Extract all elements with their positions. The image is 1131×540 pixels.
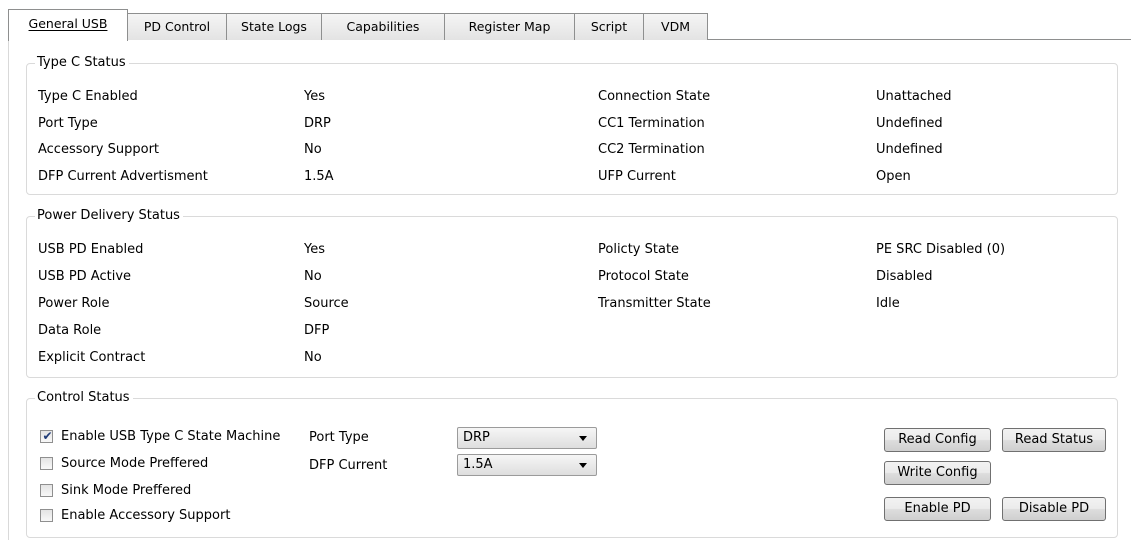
disable-pd-button[interactable]: Disable PD bbox=[1002, 497, 1106, 521]
enable-pd-button[interactable]: Enable PD bbox=[884, 497, 991, 521]
dfp-current-select[interactable]: 1.5A bbox=[457, 454, 597, 476]
cc1-termination-label: CC1 Termination bbox=[598, 116, 705, 131]
protocol-state-value: Disabled bbox=[876, 269, 933, 284]
tab-pd-control[interactable]: PD Control bbox=[127, 13, 227, 40]
control-status-group: Control Status ✔ Enable USB Type C State… bbox=[26, 389, 1118, 538]
tab-vdm[interactable]: VDM bbox=[643, 13, 708, 40]
checkbox-label: Enable USB Type C State Machine bbox=[61, 428, 281, 444]
checkbox-label: Enable Accessory Support bbox=[61, 507, 231, 523]
checkbox-label: Sink Mode Preffered bbox=[61, 482, 192, 498]
policy-state-value: PE SRC Disabled (0) bbox=[876, 242, 1006, 257]
enable-accessory-support-checkbox[interactable]: Enable Accessory Support bbox=[40, 506, 230, 524]
tab-label: General USB bbox=[28, 16, 108, 31]
panel-border bbox=[8, 39, 9, 540]
ufp-current-label: UFP Current bbox=[598, 169, 676, 184]
tab-capabilities[interactable]: Capabilities bbox=[321, 13, 445, 40]
group-title: Power Delivery Status bbox=[35, 207, 183, 225]
dfp-current-advertisment-label: DFP Current Advertisment bbox=[38, 169, 208, 184]
tab-label: Register Map bbox=[468, 19, 551, 34]
port-type-select[interactable]: DRP bbox=[457, 427, 597, 449]
tab-script[interactable]: Script bbox=[574, 13, 644, 40]
read-status-button[interactable]: Read Status bbox=[1002, 428, 1106, 452]
checkbox-label: Source Mode Preffered bbox=[61, 455, 209, 471]
checkbox-box[interactable]: ✔ bbox=[40, 428, 53, 443]
tab-state-logs[interactable]: State Logs bbox=[226, 13, 322, 40]
dfp-current-select-value: 1.5A bbox=[463, 457, 493, 472]
explicit-contract-value: No bbox=[304, 350, 322, 365]
ufp-current-value: Open bbox=[876, 169, 911, 184]
group-title: Control Status bbox=[35, 389, 133, 407]
checkmark-icon: ✔ bbox=[42, 428, 53, 443]
usb-pd-active-label: USB PD Active bbox=[38, 269, 132, 284]
power-delivery-status-group: Power Delivery Status USB PD Enabled Yes… bbox=[26, 207, 1118, 378]
port-type-label: Port Type bbox=[38, 116, 98, 131]
explicit-contract-label: Explicit Contract bbox=[38, 350, 146, 365]
tab-register-map[interactable]: Register Map bbox=[444, 13, 575, 40]
type-c-enabled-value: Yes bbox=[304, 89, 325, 104]
chevron-down-icon[interactable] bbox=[579, 463, 587, 468]
checkbox-box[interactable] bbox=[40, 456, 53, 470]
cc2-termination-value: Undefined bbox=[876, 142, 943, 157]
port-type-select-value: DRP bbox=[463, 430, 490, 445]
connection-state-label: Connection State bbox=[598, 89, 711, 104]
usb-pd-active-value: No bbox=[304, 269, 322, 284]
chevron-down-icon[interactable] bbox=[579, 436, 587, 441]
protocol-state-label: Protocol State bbox=[598, 269, 689, 284]
tab-label: Capabilities bbox=[346, 19, 420, 34]
enable-type-c-state-machine-checkbox[interactable]: ✔ Enable USB Type C State Machine bbox=[40, 427, 280, 445]
read-config-button[interactable]: Read Config bbox=[884, 428, 991, 452]
type-c-enabled-label: Type C Enabled bbox=[38, 89, 138, 104]
checkbox-box[interactable] bbox=[40, 483, 53, 497]
dfp-current-advertisment-value: 1.5A bbox=[304, 169, 334, 184]
tab-general-usb[interactable]: General USB bbox=[8, 9, 128, 41]
transmitter-state-label: Transmitter State bbox=[598, 296, 711, 311]
power-role-value: Source bbox=[304, 296, 349, 311]
tab-label: PD Control bbox=[143, 19, 211, 34]
tab-bar: General USB PD Control State Logs Capabi… bbox=[8, 9, 1131, 41]
tab-label: State Logs bbox=[241, 19, 307, 34]
policy-state-label: Policty State bbox=[598, 242, 680, 257]
port-type-value: DRP bbox=[304, 116, 331, 131]
dfp-current-select-label: DFP Current bbox=[309, 458, 388, 473]
source-mode-preferred-checkbox[interactable]: Source Mode Preffered bbox=[40, 454, 208, 472]
write-config-button[interactable]: Write Config bbox=[884, 461, 991, 485]
cc2-termination-label: CC2 Termination bbox=[598, 142, 705, 157]
power-role-label: Power Role bbox=[38, 296, 110, 311]
usb-pd-enabled-value: Yes bbox=[304, 242, 325, 257]
tab-label: VDM bbox=[661, 19, 690, 34]
group-title: Type C Status bbox=[35, 54, 129, 72]
cc1-termination-value: Undefined bbox=[876, 116, 943, 131]
data-role-label: Data Role bbox=[38, 323, 102, 338]
tab-label: Script bbox=[590, 19, 628, 34]
connection-state-value: Unattached bbox=[876, 89, 952, 104]
data-role-value: DFP bbox=[304, 323, 330, 338]
sink-mode-preferred-checkbox[interactable]: Sink Mode Preffered bbox=[40, 481, 191, 499]
checkbox-box[interactable] bbox=[40, 508, 53, 522]
usb-pd-enabled-label: USB PD Enabled bbox=[38, 242, 144, 257]
accessory-support-label: Accessory Support bbox=[38, 142, 160, 157]
type-c-status-group: Type C Status Type C Enabled Yes Port Ty… bbox=[26, 54, 1118, 195]
port-type-select-label: Port Type bbox=[309, 430, 369, 445]
accessory-support-value: No bbox=[304, 142, 322, 157]
transmitter-state-value: Idle bbox=[876, 296, 900, 311]
